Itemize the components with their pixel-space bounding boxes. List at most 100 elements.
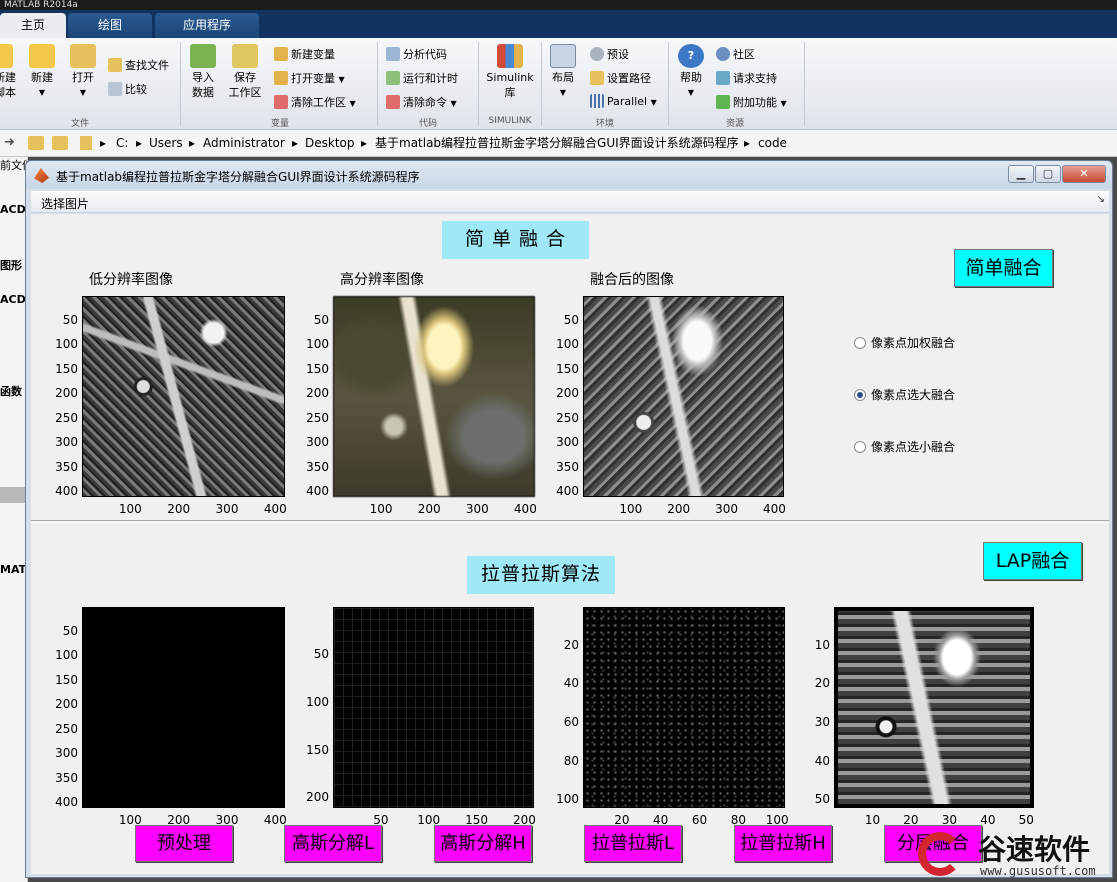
chevron-down-icon: ▼ [338, 75, 345, 84]
tab-apps[interactable]: 应用程序 [155, 13, 259, 38]
simulink-label: Simulink 库 [486, 71, 534, 99]
x-tick-label: 200 [167, 813, 191, 827]
y-tick-label: 300 [55, 435, 78, 450]
y-tick-label: 100 [55, 337, 78, 352]
menu-dock-arrow-icon[interactable]: ↘ [1097, 194, 1105, 205]
open-variable-button[interactable]: 打开变量 ▼ [274, 70, 345, 86]
x-tick-label: 40 [653, 813, 669, 827]
y-tick-label: 40 [814, 753, 830, 768]
chevron-down-icon: ▼ [687, 88, 695, 97]
radio-button[interactable] [854, 441, 866, 453]
path-segment[interactable]: Desktop [305, 130, 355, 156]
y-tick-label: 300 [306, 435, 329, 450]
preprocess-button[interactable]: 预处理 [135, 825, 233, 862]
radio-button-selected[interactable] [854, 389, 866, 401]
layout-button[interactable]: 布局 ▼ [546, 44, 580, 100]
add-ons-button[interactable]: 附加功能 ▼ [716, 94, 787, 110]
community-button[interactable]: 社区 [716, 46, 755, 62]
help-question-icon: ? [678, 44, 704, 68]
x-tick-label: 300 [715, 502, 739, 516]
x-tick-label: 300 [215, 813, 239, 827]
option-weighted-fusion[interactable]: 像素点加权融合 [854, 334, 955, 351]
sidebar-item[interactable]: ACD [0, 293, 26, 306]
watermark: 谷速软件 www.gususoft.com [910, 826, 1117, 882]
option-max-fusion[interactable]: 像素点选大融合 [854, 386, 955, 403]
clear-commands-button[interactable]: 清除命令 ▼ [386, 94, 457, 110]
y-tick-label: 400 [306, 484, 329, 499]
save-workspace-button[interactable]: 保存 工作区 [226, 44, 264, 100]
close-button[interactable]: ✕ [1062, 165, 1106, 183]
set-path-button[interactable]: 设置路径 [590, 70, 651, 86]
x-tick-label: 200 [512, 813, 536, 827]
layout-icon [550, 44, 576, 68]
parallel-icon [590, 94, 604, 108]
lap-fusion-button[interactable]: LAP融合 [983, 542, 1082, 580]
low-resolution-image-axes [82, 296, 285, 497]
sidebar-item[interactable]: 函数 [0, 383, 22, 399]
analyze-code-label: 分析代码 [403, 48, 447, 61]
option-label: 像素点选小融合 [871, 440, 956, 454]
chevron-down-icon: ▼ [349, 99, 356, 108]
laplacian-h-button[interactable]: 拉普拉斯H [734, 825, 832, 862]
minimize-button[interactable]: ▁ [1008, 165, 1034, 183]
simple-fusion-button[interactable]: 简单融合 [954, 249, 1053, 287]
save-workspace-label: 保存 工作区 [228, 71, 262, 99]
save-workspace-icon [232, 44, 258, 68]
sidebar-item[interactable]: ACD [0, 203, 26, 216]
add-ons-icon [716, 95, 730, 109]
menu-select-image[interactable]: 选择图片 [41, 195, 89, 212]
preferences-button[interactable]: 预设 [590, 46, 629, 62]
parallel-button[interactable]: Parallel ▼ [590, 94, 657, 108]
sidebar-item[interactable]: 图形 [0, 257, 22, 273]
figure-title-bar: 基于matlab编程拉普拉斯金字塔分解融合GUI界面设计系统源码程序 ▁ ▢ ✕ [26, 161, 1112, 189]
tab-plots[interactable]: 绘图 [68, 13, 152, 38]
y-tick-label: 250 [306, 410, 329, 425]
path-segment[interactable]: Administrator [203, 130, 285, 156]
option-min-fusion[interactable]: 像素点选小融合 [854, 438, 955, 455]
tab-home[interactable]: 主页 [0, 13, 66, 38]
browse-folder-icon[interactable] [52, 136, 68, 150]
run-and-time-button[interactable]: 运行和计时 [386, 70, 458, 86]
path-separator: ▸ [100, 136, 107, 150]
compare-button[interactable]: 比较 [108, 81, 147, 97]
help-button[interactable]: ? 帮助 ▼ [674, 44, 708, 100]
back-arrow-icon[interactable]: ➜ [4, 130, 15, 156]
y-tick-label: 200 [556, 386, 579, 401]
path-segment[interactable]: 基于matlab编程拉普拉斯金字塔分解融合GUI界面设计系统源码程序 [375, 130, 739, 156]
set-path-label: 设置路径 [607, 72, 651, 85]
path-segment[interactable]: C: [116, 130, 128, 156]
maximize-button[interactable]: ▢ [1035, 165, 1061, 183]
clear-workspace-button[interactable]: 清除工作区 ▼ [274, 94, 356, 110]
path-separator: ▸ [744, 136, 751, 150]
new-script-button[interactable]: 新建 脚本 [0, 44, 16, 100]
import-data-button[interactable]: 导入 数据 [186, 44, 220, 100]
selected-file-row[interactable] [0, 487, 27, 503]
sidebar-item[interactable]: MAT [0, 563, 26, 576]
clear-commands-icon [386, 95, 400, 109]
y-tick-label: 50 [313, 646, 329, 661]
path-segment[interactable]: Users [149, 130, 183, 156]
x-tick-label: 300 [465, 502, 489, 516]
new-button[interactable]: 新建 ▼ [26, 44, 58, 100]
laplacian-l-button[interactable]: 拉普拉斯L [584, 825, 682, 862]
gaussian-decompose-h-button[interactable]: 高斯分解H [434, 825, 532, 862]
new-variable-button[interactable]: 新建变量 [274, 46, 335, 62]
request-support-button[interactable]: 请求支持 [716, 70, 777, 86]
gaussian-decompose-l-button[interactable]: 高斯分解L [284, 825, 382, 862]
y-tick-label: 50 [62, 623, 78, 638]
up-folder-icon[interactable] [28, 136, 44, 150]
find-files-label: 查找文件 [125, 59, 169, 72]
y-tick-label: 350 [55, 459, 78, 474]
open-button[interactable]: 打开 ▼ [67, 44, 99, 100]
file-group-label: 文件 [70, 119, 89, 129]
open-variable-label: 打开变量 [291, 72, 335, 85]
find-files-button[interactable]: 查找文件 [108, 57, 169, 73]
analyze-code-button[interactable]: 分析代码 [386, 46, 447, 62]
x-tick-label: 60 [691, 813, 708, 827]
radio-button[interactable] [854, 337, 866, 349]
current-folder-panel: 前文件 ACD 图形 ACD 函数 MAT [0, 157, 28, 882]
simulink-library-button[interactable]: Simulink 库 [484, 44, 536, 100]
x-tick-label: 40 [980, 813, 996, 827]
y-tick-label: 250 [55, 721, 78, 736]
path-segment[interactable]: code [758, 130, 787, 156]
